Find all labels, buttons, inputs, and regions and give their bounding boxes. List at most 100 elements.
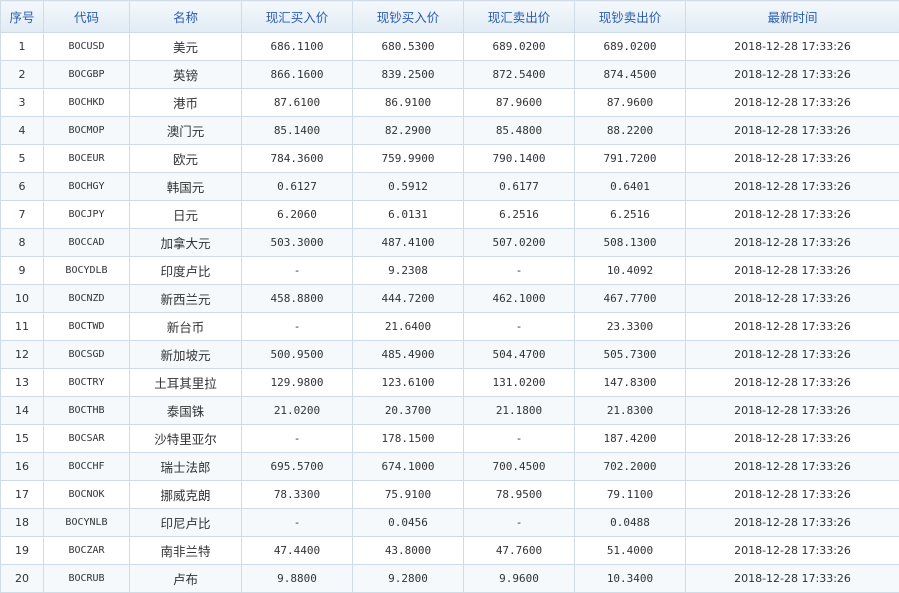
table-row: 16BOCCHF瑞士法郎695.5700674.1000700.4500702.…	[1, 453, 899, 481]
cell-index: 17	[1, 481, 44, 509]
cell-code: BOCGBP	[44, 61, 130, 89]
cell-cash-buy: 6.0131	[353, 201, 464, 229]
cell-name: 加拿大元	[130, 229, 242, 257]
header-col-cash-buy[interactable]: 现钞买入价	[353, 1, 464, 33]
cell-cash-buy: 485.4900	[353, 341, 464, 369]
cell-code: BOCMOP	[44, 117, 130, 145]
cell-cash-sell: 874.4500	[575, 61, 686, 89]
cell-spot-sell: 85.4800	[464, 117, 575, 145]
cell-latest-time: 2018-12-28 17:33:26	[686, 537, 899, 565]
cell-spot-buy: 0.6127	[242, 173, 353, 201]
cell-index: 13	[1, 369, 44, 397]
cell-cash-buy: 21.6400	[353, 313, 464, 341]
cell-spot-buy: 9.8800	[242, 565, 353, 593]
cell-name: 挪威克朗	[130, 481, 242, 509]
exchange-rate-table: 序号代码名称现汇买入价现钞买入价现汇卖出价现钞卖出价最新时间 1BOCUSD美元…	[0, 0, 899, 593]
cell-latest-time: 2018-12-28 17:33:26	[686, 369, 899, 397]
header-col-cash-sell[interactable]: 现钞卖出价	[575, 1, 686, 33]
cell-spot-sell: 872.5400	[464, 61, 575, 89]
cell-cash-sell: 187.4200	[575, 425, 686, 453]
header-col-name[interactable]: 名称	[130, 1, 242, 33]
cell-latest-time: 2018-12-28 17:33:26	[686, 313, 899, 341]
cell-spot-buy: -	[242, 313, 353, 341]
cell-code: BOCHGY	[44, 173, 130, 201]
table-row: 18BOCYNLB印尼卢比-0.0456-0.04882018-12-28 17…	[1, 509, 899, 537]
cell-spot-buy: 21.0200	[242, 397, 353, 425]
cell-cash-buy: 839.2500	[353, 61, 464, 89]
cell-spot-buy: 85.1400	[242, 117, 353, 145]
cell-latest-time: 2018-12-28 17:33:26	[686, 425, 899, 453]
table-row: 10BOCNZD新西兰元458.8800444.7200462.1000467.…	[1, 285, 899, 313]
cell-name: 新台币	[130, 313, 242, 341]
cell-spot-sell: 131.0200	[464, 369, 575, 397]
cell-name: 泰国铢	[130, 397, 242, 425]
cell-name: 韩国元	[130, 173, 242, 201]
cell-code: BOCHKD	[44, 89, 130, 117]
cell-latest-time: 2018-12-28 17:33:26	[686, 285, 899, 313]
cell-index: 14	[1, 397, 44, 425]
cell-code: BOCCHF	[44, 453, 130, 481]
cell-latest-time: 2018-12-28 17:33:26	[686, 565, 899, 593]
cell-spot-buy: 695.5700	[242, 453, 353, 481]
cell-name: 英镑	[130, 61, 242, 89]
cell-latest-time: 2018-12-28 17:33:26	[686, 89, 899, 117]
cell-spot-sell: -	[464, 425, 575, 453]
cell-spot-sell: 0.6177	[464, 173, 575, 201]
table-row: 5BOCEUR欧元784.3600759.9900790.1400791.720…	[1, 145, 899, 173]
cell-index: 10	[1, 285, 44, 313]
cell-cash-buy: 43.8000	[353, 537, 464, 565]
cell-cash-sell: 21.8300	[575, 397, 686, 425]
cell-cash-buy: 82.2900	[353, 117, 464, 145]
cell-cash-sell: 87.9600	[575, 89, 686, 117]
table-row: 1BOCUSD美元686.1100680.5300689.0200689.020…	[1, 33, 899, 61]
cell-latest-time: 2018-12-28 17:33:26	[686, 481, 899, 509]
header-col-spot-buy[interactable]: 现汇买入价	[242, 1, 353, 33]
cell-cash-sell: 10.3400	[575, 565, 686, 593]
cell-name: 欧元	[130, 145, 242, 173]
header-col-spot-sell[interactable]: 现汇卖出价	[464, 1, 575, 33]
cell-code: BOCCAD	[44, 229, 130, 257]
cell-name: 新加坡元	[130, 341, 242, 369]
cell-code: BOCNOK	[44, 481, 130, 509]
header-col-code[interactable]: 代码	[44, 1, 130, 33]
cell-latest-time: 2018-12-28 17:33:26	[686, 145, 899, 173]
cell-latest-time: 2018-12-28 17:33:26	[686, 33, 899, 61]
cell-index: 3	[1, 89, 44, 117]
cell-cash-sell: 23.3300	[575, 313, 686, 341]
cell-cash-buy: 20.3700	[353, 397, 464, 425]
cell-cash-sell: 51.4000	[575, 537, 686, 565]
cell-name: 卢布	[130, 565, 242, 593]
header-col-latest-time[interactable]: 最新时间	[686, 1, 899, 33]
cell-latest-time: 2018-12-28 17:33:26	[686, 173, 899, 201]
cell-index: 18	[1, 509, 44, 537]
cell-cash-buy: 674.1000	[353, 453, 464, 481]
cell-cash-sell: 0.0488	[575, 509, 686, 537]
cell-code: BOCRUB	[44, 565, 130, 593]
cell-spot-sell: 87.9600	[464, 89, 575, 117]
table-row: 9BOCYDLB印度卢比-9.2308-10.40922018-12-28 17…	[1, 257, 899, 285]
cell-cash-buy: 759.9900	[353, 145, 464, 173]
cell-spot-buy: 458.8800	[242, 285, 353, 313]
cell-spot-buy: 500.9500	[242, 341, 353, 369]
header-col-index[interactable]: 序号	[1, 1, 44, 33]
cell-index: 9	[1, 257, 44, 285]
cell-index: 7	[1, 201, 44, 229]
cell-code: BOCEUR	[44, 145, 130, 173]
cell-spot-buy: -	[242, 257, 353, 285]
cell-code: BOCJPY	[44, 201, 130, 229]
cell-cash-buy: 9.2308	[353, 257, 464, 285]
table-row: 7BOCJPY日元6.20606.01316.25166.25162018-12…	[1, 201, 899, 229]
cell-spot-buy: 6.2060	[242, 201, 353, 229]
table-row: 15BOCSAR沙特里亚尔-178.1500-187.42002018-12-2…	[1, 425, 899, 453]
cell-index: 5	[1, 145, 44, 173]
cell-latest-time: 2018-12-28 17:33:26	[686, 509, 899, 537]
table-row: 11BOCTWD新台币-21.6400-23.33002018-12-28 17…	[1, 313, 899, 341]
cell-code: BOCTHB	[44, 397, 130, 425]
table-header: 序号代码名称现汇买入价现钞买入价现汇卖出价现钞卖出价最新时间	[1, 1, 899, 33]
cell-spot-buy: 784.3600	[242, 145, 353, 173]
cell-spot-buy: 686.1100	[242, 33, 353, 61]
cell-name: 印尼卢比	[130, 509, 242, 537]
table-row: 3BOCHKD港币87.610086.910087.960087.9600201…	[1, 89, 899, 117]
cell-spot-sell: 21.1800	[464, 397, 575, 425]
cell-spot-buy: -	[242, 425, 353, 453]
